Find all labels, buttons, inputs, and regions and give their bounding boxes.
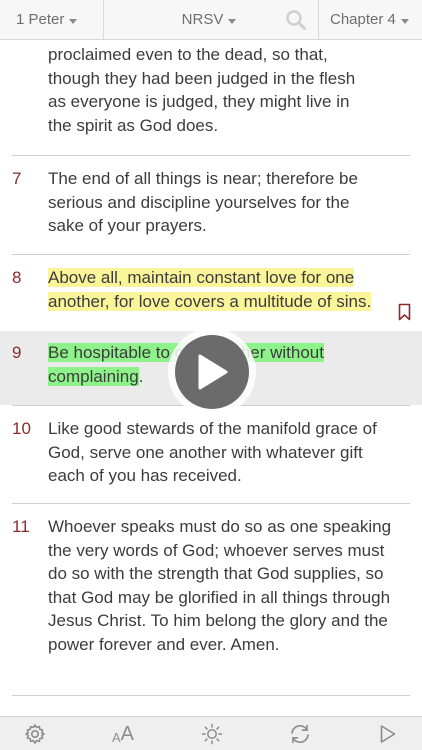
play-button-circle	[175, 335, 249, 409]
chapter-label: Chapter 4	[330, 11, 396, 28]
verse-number: 10	[12, 419, 31, 438]
verse-text: Whoever speaks must do so as one speakin…	[48, 517, 392, 654]
verse-text: Above all, maintain constant love for on…	[48, 266, 418, 313]
chevron-down-icon	[228, 18, 237, 24]
verse-number: 7	[12, 169, 22, 188]
chapter-selector[interactable]: Chapter 4	[319, 0, 422, 39]
version-label: NRSV	[181, 11, 224, 28]
bookmark-icon[interactable]	[398, 303, 411, 321]
version-selector[interactable]: NRSV	[104, 0, 274, 39]
top-navigation-bar: 1 Peter NRSV Chapter 4	[0, 0, 422, 40]
audio-play-button[interactable]	[374, 717, 402, 750]
bottom-toolbar: AA	[0, 716, 422, 750]
sun-icon	[201, 723, 223, 745]
brightness-button[interactable]	[198, 717, 226, 750]
search-icon	[286, 9, 306, 30]
search-button[interactable]	[274, 0, 319, 39]
verse-text: proclaimed even to the dead, so that, th…	[48, 45, 356, 135]
verse-number: 8	[12, 268, 22, 287]
font-size-button[interactable]: AA	[104, 717, 142, 750]
highlighted-text: Above all, maintain constant love for on…	[48, 268, 355, 287]
verse-number: 11	[12, 517, 30, 536]
sync-button[interactable]	[286, 717, 314, 750]
verse-divider	[12, 254, 410, 255]
verse-text: The end of all things is near; therefore…	[48, 169, 358, 235]
font-size-large-label: A	[120, 722, 134, 745]
verse-text: Like good stewards of the manifold grace…	[48, 419, 377, 485]
font-size-small-label: A	[111, 729, 121, 745]
sync-icon	[291, 724, 309, 744]
settings-button[interactable]	[20, 717, 50, 750]
verse-divider	[12, 695, 410, 696]
play-button[interactable]	[168, 328, 256, 416]
verse-number: 9	[12, 343, 22, 362]
chevron-down-icon	[400, 18, 409, 24]
gear-icon	[25, 724, 45, 744]
verse-divider	[12, 503, 410, 504]
highlighted-text: another, for love covers a multitude of …	[48, 291, 372, 311]
chevron-down-icon	[69, 18, 78, 24]
play-icon	[198, 354, 228, 390]
highlighted-text: complaining	[48, 366, 139, 386]
book-selector[interactable]: 1 Peter	[0, 0, 104, 39]
verse-divider	[12, 155, 410, 156]
verse-text-trailing: .	[138, 366, 144, 386]
play-icon	[380, 725, 396, 743]
book-label: 1 Peter	[16, 11, 65, 28]
